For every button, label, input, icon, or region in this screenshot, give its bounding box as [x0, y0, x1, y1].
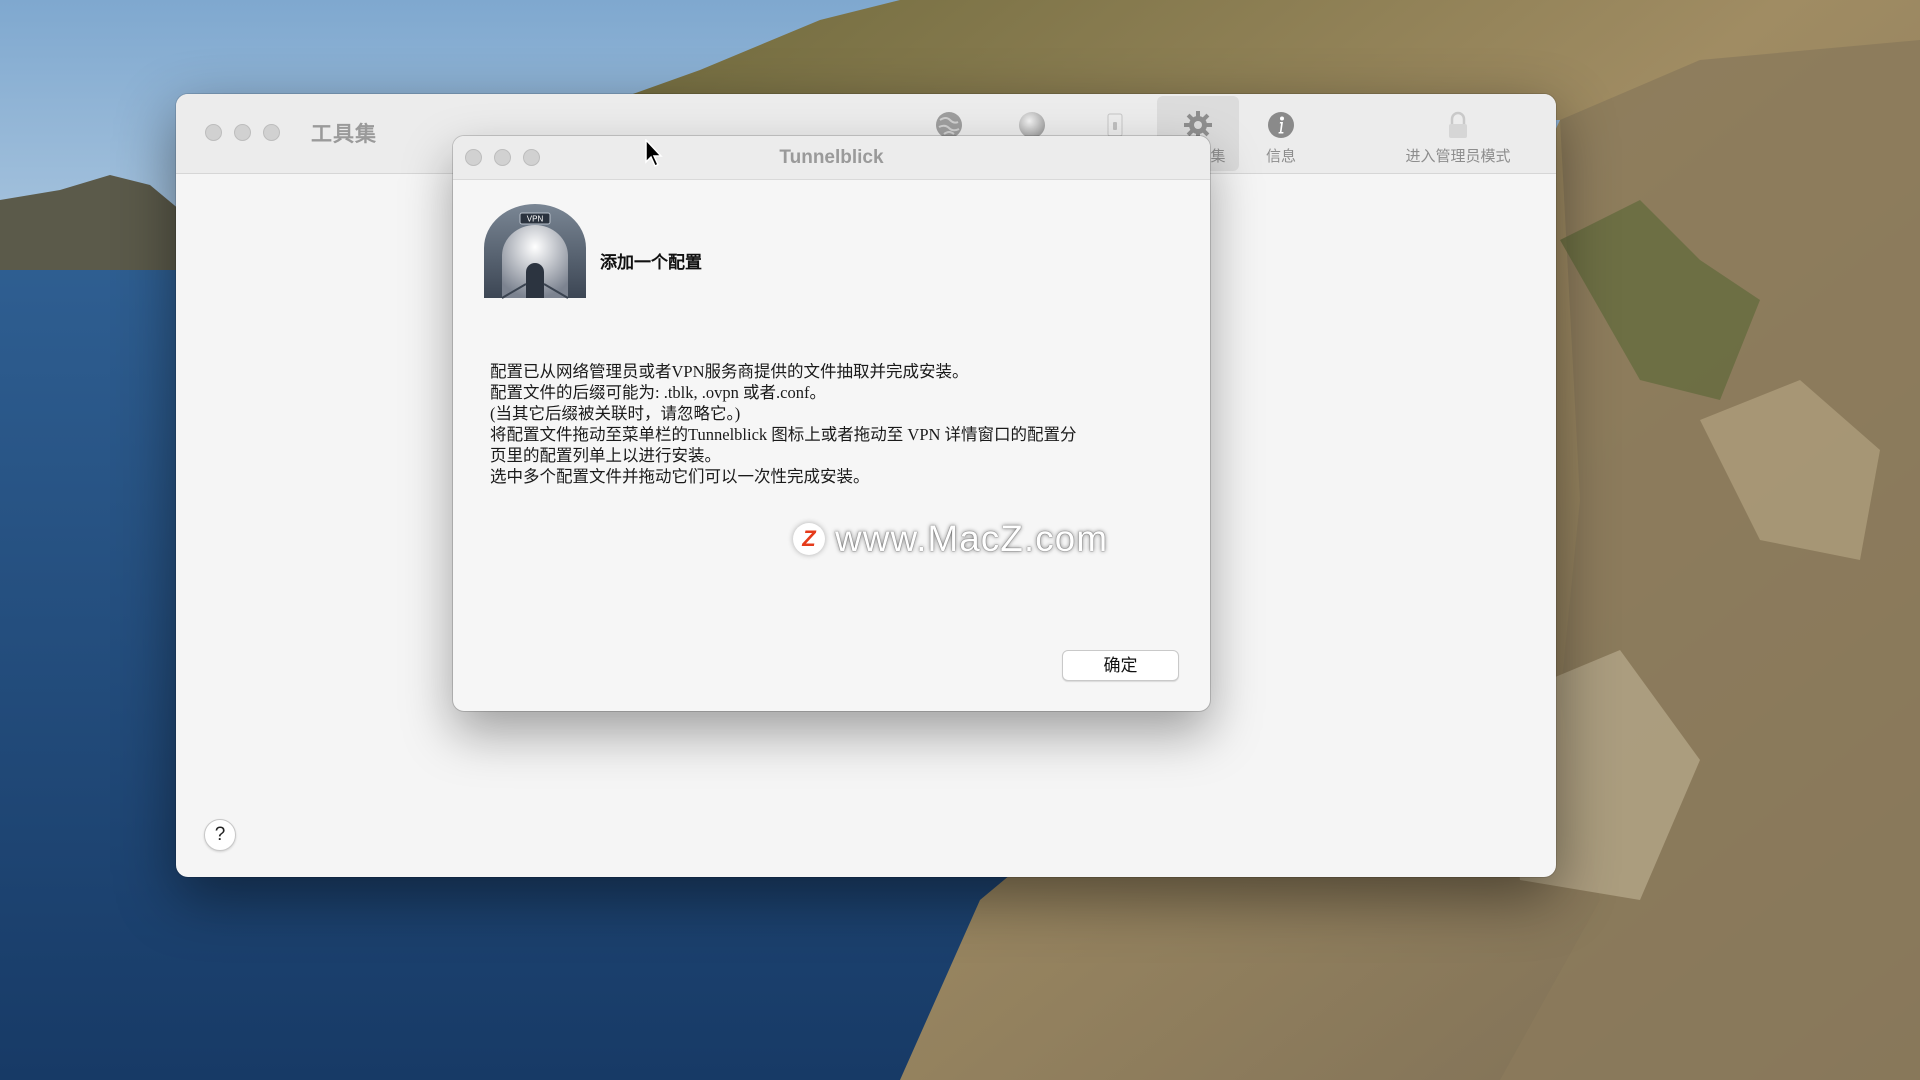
close-button[interactable] [205, 124, 222, 141]
watermark-logo: Z [793, 523, 825, 555]
vpn-badge-text: VPN [527, 215, 544, 224]
window-title: 工具集 [311, 123, 377, 146]
dialog-heading: 添加一个配置 [600, 253, 702, 272]
message-line: 选中多个配置文件并拖动它们可以一次性完成安装。 [490, 467, 870, 486]
ok-button[interactable]: 确定 [1062, 650, 1179, 681]
toolbar-item-admin-mode[interactable]: 进入管理员模式 [1398, 96, 1518, 171]
info-icon [1268, 112, 1294, 138]
tools-window-controls [205, 124, 280, 141]
help-button[interactable]: ? [204, 819, 236, 851]
tunnelblick-logo-icon: VPN [484, 204, 586, 299]
dialog-title: Tunnelblick [779, 147, 884, 168]
toolbar-label: 信息 [1265, 148, 1296, 165]
message-line: 页里的配置列单上以进行安装。 [490, 446, 721, 465]
watermark-text: www.MacZ.com [835, 518, 1109, 559]
lock-icon [1449, 111, 1467, 138]
toolbar-label: 进入管理员模式 [1405, 148, 1511, 165]
message-line: 配置已从网络管理员或者VPN服务商提供的文件抽取并完成安装。 [490, 362, 969, 381]
message-line: 将配置文件拖动至菜单栏的Tunnelblick 图标上或者拖动至 VPN 详情窗… [490, 425, 1077, 444]
tunnelblick-dialog: Tunnelblick VPN 添加一个配置 配置已从网络管理员或者VPN服务商… [453, 136, 1210, 711]
minimize-button[interactable] [234, 124, 251, 141]
dialog-titlebar: Tunnelblick [453, 136, 1210, 180]
toolbar-item-info[interactable]: 信息 [1240, 96, 1322, 171]
message-line: (当其它后缀被关联时，请忽略它。) [490, 404, 741, 423]
message-line: 配置文件的后缀可能为: .tblk, .ovpn 或者.conf。 [490, 383, 826, 402]
zoom-button[interactable] [263, 124, 280, 141]
dialog-message: 配置已从网络管理员或者VPN服务商提供的文件抽取并完成安装。 配置文件的后缀可能… [490, 361, 1180, 487]
watermark: Z www.MacZ.com [793, 518, 1108, 560]
mouse-cursor-icon [645, 139, 663, 168]
